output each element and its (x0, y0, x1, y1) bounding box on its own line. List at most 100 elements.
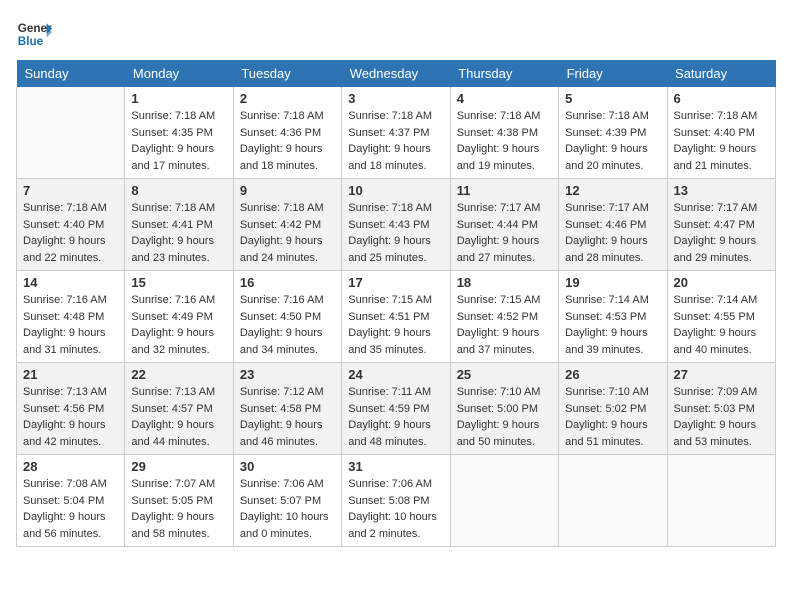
day-info: Sunrise: 7:17 AMSunset: 4:47 PMDaylight:… (674, 200, 769, 266)
calendar-cell: 30 Sunrise: 7:06 AMSunset: 5:07 PMDayligh… (233, 455, 341, 547)
day-number: 25 (457, 367, 552, 382)
page-header: General Blue (16, 16, 776, 52)
calendar-cell: 7 Sunrise: 7:18 AMSunset: 4:40 PMDaylight… (17, 179, 125, 271)
calendar-cell (450, 455, 558, 547)
day-info: Sunrise: 7:17 AMSunset: 4:46 PMDaylight:… (565, 200, 660, 266)
calendar-cell: 26 Sunrise: 7:10 AMSunset: 5:02 PMDayligh… (559, 363, 667, 455)
calendar-cell (17, 87, 125, 179)
calendar-cell (559, 455, 667, 547)
calendar-cell: 17Sunrise: 7:15 AMSunset: 4:51 PMDayligh… (342, 271, 450, 363)
day-number: 16 (240, 275, 335, 290)
weekday-header-saturday: Saturday (667, 60, 775, 87)
calendar-cell (667, 455, 775, 547)
day-info: Sunrise: 7:06 AMSunset: 5:08 PMDaylight:… (348, 476, 443, 542)
calendar-cell: 14Sunrise: 7:16 AMSunset: 4:48 PMDayligh… (17, 271, 125, 363)
day-info: Sunrise: 7:14 AMSunset: 4:55 PMDaylight:… (674, 292, 769, 358)
day-number: 24 (348, 367, 443, 382)
calendar-cell: 20 Sunrise: 7:14 AMSunset: 4:55 PMDayligh… (667, 271, 775, 363)
calendar-week-row: 28 Sunrise: 7:08 AMSunset: 5:04 PMDayligh… (17, 455, 776, 547)
day-number: 21 (23, 367, 118, 382)
day-number: 20 (674, 275, 769, 290)
day-number: 29 (131, 459, 226, 474)
day-info: Sunrise: 7:18 AMSunset: 4:35 PMDaylight:… (131, 108, 226, 174)
day-number: 19 (565, 275, 660, 290)
day-number: 18 (457, 275, 552, 290)
day-info: Sunrise: 7:08 AMSunset: 5:04 PMDaylight:… (23, 476, 118, 542)
calendar-cell: 1 Sunrise: 7:18 AMSunset: 4:35 PMDaylight… (125, 87, 233, 179)
calendar-cell: 29 Sunrise: 7:07 AMSunset: 5:05 PMDayligh… (125, 455, 233, 547)
calendar-week-row: 21Sunrise: 7:13 AMSunset: 4:56 PMDayligh… (17, 363, 776, 455)
day-info: Sunrise: 7:12 AMSunset: 4:58 PMDaylight:… (240, 384, 335, 450)
day-info: Sunrise: 7:10 AMSunset: 5:02 PMDaylight:… (565, 384, 660, 450)
svg-text:Blue: Blue (18, 35, 44, 48)
day-number: 7 (23, 183, 118, 198)
day-number: 9 (240, 183, 335, 198)
calendar-cell: 2Sunrise: 7:18 AMSunset: 4:36 PMDaylight… (233, 87, 341, 179)
day-number: 15 (131, 275, 226, 290)
day-info: Sunrise: 7:18 AMSunset: 4:40 PMDaylight:… (674, 108, 769, 174)
day-number: 27 (674, 367, 769, 382)
day-info: Sunrise: 7:07 AMSunset: 5:05 PMDaylight:… (131, 476, 226, 542)
weekday-header-tuesday: Tuesday (233, 60, 341, 87)
calendar-cell: 31Sunrise: 7:06 AMSunset: 5:08 PMDayligh… (342, 455, 450, 547)
day-info: Sunrise: 7:14 AMSunset: 4:53 PMDaylight:… (565, 292, 660, 358)
logo: General Blue (16, 16, 52, 52)
weekday-header-monday: Monday (125, 60, 233, 87)
calendar-cell: 10Sunrise: 7:18 AMSunset: 4:43 PMDayligh… (342, 179, 450, 271)
day-info: Sunrise: 7:11 AMSunset: 4:59 PMDaylight:… (348, 384, 443, 450)
calendar-week-row: 7 Sunrise: 7:18 AMSunset: 4:40 PMDaylight… (17, 179, 776, 271)
logo-icon: General Blue (16, 16, 52, 52)
calendar-cell: 8 Sunrise: 7:18 AMSunset: 4:41 PMDaylight… (125, 179, 233, 271)
day-number: 5 (565, 91, 660, 106)
day-number: 6 (674, 91, 769, 106)
day-number: 11 (457, 183, 552, 198)
weekday-header-thursday: Thursday (450, 60, 558, 87)
calendar-cell: 3 Sunrise: 7:18 AMSunset: 4:37 PMDaylight… (342, 87, 450, 179)
day-number: 10 (348, 183, 443, 198)
day-number: 30 (240, 459, 335, 474)
day-info: Sunrise: 7:10 AMSunset: 5:00 PMDaylight:… (457, 384, 552, 450)
calendar-table: SundayMondayTuesdayWednesdayThursdayFrid… (16, 60, 776, 547)
weekday-header-row: SundayMondayTuesdayWednesdayThursdayFrid… (17, 60, 776, 87)
day-info: Sunrise: 7:17 AMSunset: 4:44 PMDaylight:… (457, 200, 552, 266)
calendar-cell: 23 Sunrise: 7:12 AMSunset: 4:58 PMDayligh… (233, 363, 341, 455)
day-number: 23 (240, 367, 335, 382)
day-number: 28 (23, 459, 118, 474)
calendar-cell: 6 Sunrise: 7:18 AMSunset: 4:40 PMDaylight… (667, 87, 775, 179)
day-number: 26 (565, 367, 660, 382)
weekday-header-sunday: Sunday (17, 60, 125, 87)
day-info: Sunrise: 7:18 AMSunset: 4:39 PMDaylight:… (565, 108, 660, 174)
calendar-cell: 27Sunrise: 7:09 AMSunset: 5:03 PMDayligh… (667, 363, 775, 455)
weekday-header-wednesday: Wednesday (342, 60, 450, 87)
calendar-cell: 28 Sunrise: 7:08 AMSunset: 5:04 PMDayligh… (17, 455, 125, 547)
day-number: 1 (131, 91, 226, 106)
calendar-cell: 5 Sunrise: 7:18 AMSunset: 4:39 PMDaylight… (559, 87, 667, 179)
day-number: 3 (348, 91, 443, 106)
calendar-week-row: 1 Sunrise: 7:18 AMSunset: 4:35 PMDaylight… (17, 87, 776, 179)
calendar-cell: 15 Sunrise: 7:16 AMSunset: 4:49 PMDayligh… (125, 271, 233, 363)
day-info: Sunrise: 7:06 AMSunset: 5:07 PMDaylight:… (240, 476, 335, 542)
weekday-header-friday: Friday (559, 60, 667, 87)
day-info: Sunrise: 7:16 AMSunset: 4:50 PMDaylight:… (240, 292, 335, 358)
calendar-cell: 11 Sunrise: 7:17 AMSunset: 4:44 PMDayligh… (450, 179, 558, 271)
day-info: Sunrise: 7:18 AMSunset: 4:41 PMDaylight:… (131, 200, 226, 266)
day-number: 8 (131, 183, 226, 198)
day-info: Sunrise: 7:18 AMSunset: 4:37 PMDaylight:… (348, 108, 443, 174)
day-info: Sunrise: 7:16 AMSunset: 4:48 PMDaylight:… (23, 292, 118, 358)
calendar-cell: 24 Sunrise: 7:11 AMSunset: 4:59 PMDayligh… (342, 363, 450, 455)
calendar-cell: 12 Sunrise: 7:17 AMSunset: 4:46 PMDayligh… (559, 179, 667, 271)
day-number: 12 (565, 183, 660, 198)
day-info: Sunrise: 7:18 AMSunset: 4:36 PMDaylight:… (240, 108, 335, 174)
day-info: Sunrise: 7:13 AMSunset: 4:57 PMDaylight:… (131, 384, 226, 450)
calendar-cell: 22 Sunrise: 7:13 AMSunset: 4:57 PMDayligh… (125, 363, 233, 455)
day-info: Sunrise: 7:18 AMSunset: 4:42 PMDaylight:… (240, 200, 335, 266)
calendar-cell: 25 Sunrise: 7:10 AMSunset: 5:00 PMDayligh… (450, 363, 558, 455)
day-number: 22 (131, 367, 226, 382)
day-info: Sunrise: 7:18 AMSunset: 4:38 PMDaylight:… (457, 108, 552, 174)
calendar-cell: 18Sunrise: 7:15 AMSunset: 4:52 PMDayligh… (450, 271, 558, 363)
day-info: Sunrise: 7:18 AMSunset: 4:40 PMDaylight:… (23, 200, 118, 266)
day-info: Sunrise: 7:16 AMSunset: 4:49 PMDaylight:… (131, 292, 226, 358)
calendar-cell: 9 Sunrise: 7:18 AMSunset: 4:42 PMDaylight… (233, 179, 341, 271)
day-number: 13 (674, 183, 769, 198)
day-info: Sunrise: 7:15 AMSunset: 4:51 PMDaylight:… (348, 292, 443, 358)
